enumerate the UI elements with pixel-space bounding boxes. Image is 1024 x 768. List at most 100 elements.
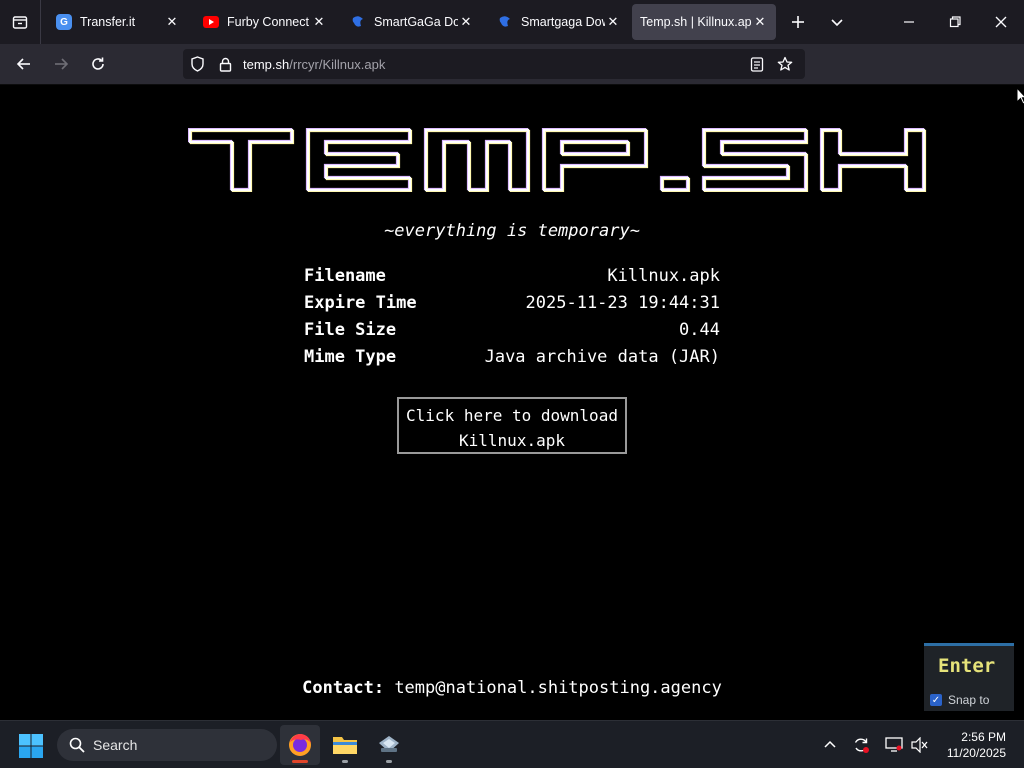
volume-tray-button[interactable] (908, 733, 932, 757)
tab-close-icon[interactable]: ✕ (752, 14, 768, 30)
contact-email-link[interactable]: temp@national.shitposting.agency (394, 678, 722, 698)
minimize-icon (904, 21, 914, 23)
reload-icon (92, 57, 104, 70)
address-bar[interactable]: temp.sh/rrcyr/Killnux.apk (183, 49, 805, 79)
new-tab-button[interactable] (779, 0, 817, 44)
tab-furby-connect[interactable]: Furby Connect fi ✕ (191, 4, 335, 40)
tab-close-icon[interactable]: ✕ (458, 14, 474, 30)
transfer-favicon-icon: G (56, 14, 72, 30)
url-text[interactable]: temp.sh/rrcyr/Killnux.apk (243, 57, 385, 72)
file-info-table: Filename Killnux.apk Expire Time 2025-11… (304, 263, 720, 371)
running-indicator (342, 760, 348, 763)
info-row-filename: Filename Killnux.apk (304, 263, 720, 290)
smartgaga-favicon-icon (350, 14, 366, 30)
enter-key-overlay[interactable]: Enter ✓ Snap to (924, 643, 1014, 711)
snap-label: Snap to (948, 693, 990, 707)
firefox-view-icon (12, 16, 28, 29)
app-icon (379, 736, 399, 752)
search-label: Search (93, 737, 138, 753)
info-row-mime-type: Mime Type Java archive data (JAR) (304, 344, 720, 371)
info-key: Mime Type (304, 347, 397, 367)
plus-icon (792, 16, 804, 28)
site-logo (188, 128, 930, 192)
download-label-line1: Click here to download (406, 406, 618, 425)
display-tray-button[interactable] (882, 733, 906, 757)
arrow-right-icon (55, 58, 69, 70)
chevron-up-icon (824, 740, 836, 748)
info-key: Expire Time (304, 293, 417, 313)
firefox-icon (289, 734, 311, 756)
arrow-left-icon (16, 58, 30, 70)
lock-icon[interactable] (211, 49, 239, 79)
tab-title: Transfer.it (80, 15, 136, 29)
url-path: /rrcyr/Killnux.apk (289, 56, 386, 72)
firefox-view-button[interactable] (0, 0, 40, 44)
info-row-file-size: File Size 0.44 (304, 317, 720, 344)
taskbar-clock[interactable]: 2:56 PM 11/20/2025 (947, 729, 1006, 761)
tab-close-icon[interactable]: ✕ (605, 14, 621, 30)
tagline: ~everything is temporary~ (384, 221, 640, 241)
taskbar-file-explorer[interactable] (325, 725, 365, 765)
tab-title: SmartGaGa Dow (374, 15, 458, 29)
reader-view-icon[interactable] (743, 56, 771, 72)
smartgaga-favicon-icon (497, 14, 513, 30)
tab-close-icon[interactable]: ✕ (311, 14, 327, 30)
tab-transfer-it[interactable]: G Transfer.it ✕ (44, 4, 188, 40)
restore-button[interactable] (932, 0, 978, 44)
tab-temp-sh[interactable]: Temp.sh | Killnux.apk ✕ (632, 4, 776, 40)
chevron-down-icon (831, 19, 843, 27)
monitor-icon (885, 737, 903, 752)
youtube-favicon-icon (203, 14, 219, 30)
tab-separator (40, 0, 41, 44)
clock-date: 11/20/2025 (946, 746, 1006, 760)
taskbar: Search 2:56 PM 11/20/2025 (0, 720, 1024, 768)
contact-line: Contact: temp@national.shitposting.agenc… (0, 678, 1024, 698)
back-button[interactable] (8, 48, 40, 80)
checkmark-icon: ✓ (930, 694, 942, 706)
tab-close-icon[interactable]: ✕ (164, 14, 180, 30)
forward-button[interactable] (45, 48, 77, 80)
tab-bar: G Transfer.it ✕ Furby Connect fi ✕ Smart… (0, 0, 1024, 44)
info-value: Java archive data (JAR) (484, 347, 720, 367)
running-indicator (292, 760, 308, 763)
taskbar-app[interactable] (369, 725, 409, 765)
start-button[interactable] (18, 733, 44, 759)
info-key: Filename (304, 266, 386, 286)
minimize-button[interactable] (886, 0, 932, 44)
show-hidden-icons-button[interactable] (818, 733, 842, 757)
tab-title: Smartgaga Dow (521, 15, 605, 29)
info-row-expire-time: Expire Time 2025-11-23 19:44:31 (304, 290, 720, 317)
tab-smartgaga-2[interactable]: Smartgaga Dow ✕ (485, 4, 629, 40)
sync-tray-button[interactable] (849, 733, 873, 757)
restore-icon (949, 16, 961, 28)
taskbar-firefox[interactable] (280, 725, 320, 765)
list-all-tabs-button[interactable] (817, 0, 857, 44)
enter-label: Enter (938, 655, 996, 677)
folder-icon (333, 737, 357, 754)
tab-smartgaga-1[interactable]: SmartGaGa Dow ✕ (338, 4, 482, 40)
temp-sh-logo (188, 128, 927, 192)
speaker-muted-icon (911, 737, 928, 753)
close-icon (995, 16, 1007, 28)
sync-icon (854, 738, 869, 753)
snap-to-checkbox[interactable]: ✓ Snap to (930, 693, 989, 707)
windows-logo-icon (19, 734, 43, 758)
search-icon (69, 737, 85, 753)
navigation-toolbar: temp.sh/rrcyr/Killnux.apk (0, 44, 1024, 117)
shield-icon[interactable] (183, 49, 211, 79)
close-window-button[interactable] (978, 0, 1024, 44)
info-key: File Size (304, 320, 397, 340)
info-value: 2025-11-23 19:44:31 (525, 293, 720, 313)
tab-title: Temp.sh | Killnux.apk (640, 15, 752, 29)
bookmark-star-icon[interactable] (771, 56, 799, 72)
clock-time: 2:56 PM (961, 730, 1006, 744)
info-value: Killnux.apk (607, 266, 720, 286)
reload-button[interactable] (82, 48, 114, 80)
download-label-line2: Killnux.apk (459, 431, 565, 450)
running-indicator (386, 760, 392, 763)
url-host: temp.sh (243, 56, 290, 72)
info-value: 0.44 (679, 320, 720, 340)
download-button[interactable]: Click here to download Killnux.apk (397, 397, 627, 454)
taskbar-search-box[interactable]: Search (57, 729, 277, 761)
page-content: ~everything is temporary~ Filename Killn… (0, 86, 1024, 720)
